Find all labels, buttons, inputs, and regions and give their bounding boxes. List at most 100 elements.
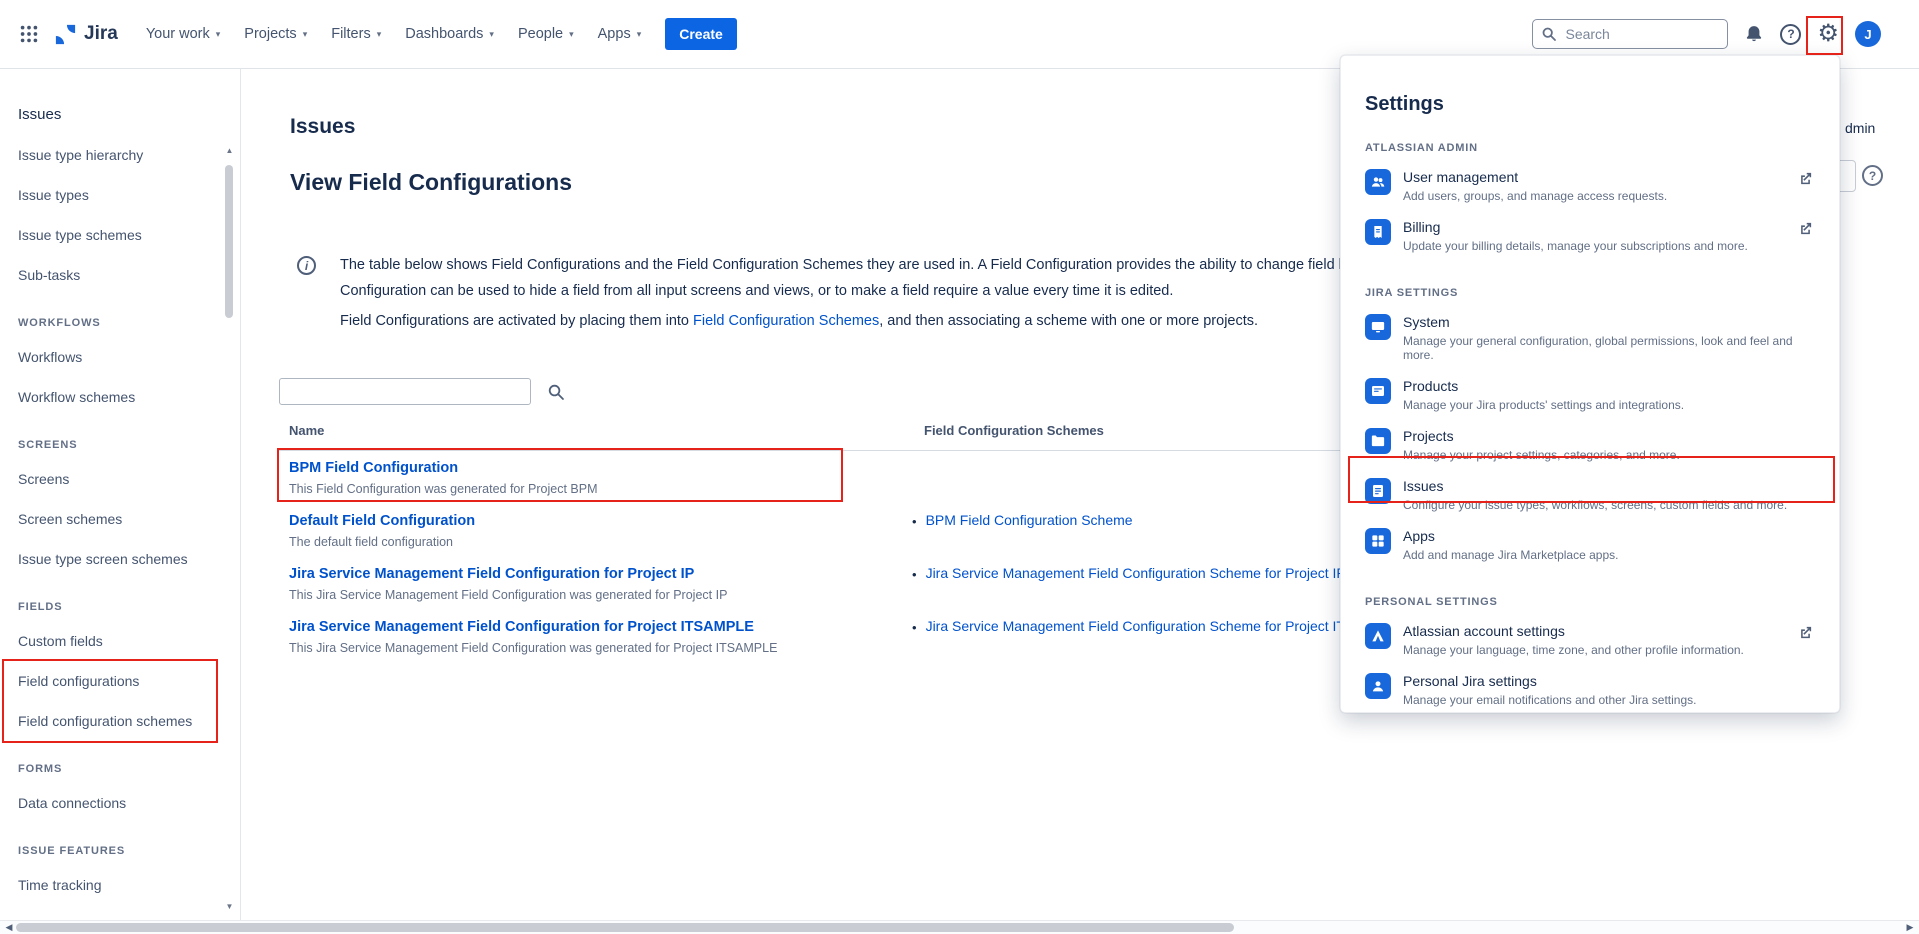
- settings-item-label: User management: [1403, 169, 1788, 186]
- field-configuration-link[interactable]: Jira Service Management Field Configurat…: [289, 619, 754, 635]
- scroll-up-arrow-icon[interactable]: ▲: [224, 145, 235, 156]
- settings-item-user-management[interactable]: User management Add users, groups, and m…: [1365, 161, 1815, 211]
- settings-item-label: Products: [1403, 378, 1815, 395]
- field-configuration-description: This Jira Service Management Field Confi…: [289, 641, 910, 655]
- global-search-input[interactable]: [1532, 19, 1728, 49]
- sidebar-item-workflows[interactable]: Workflows: [0, 337, 240, 377]
- sidebar-item-custom-fields[interactable]: Custom fields: [0, 621, 240, 661]
- name-cell: Default Field Configuration The default …: [279, 512, 910, 549]
- settings-item-label: Apps: [1403, 528, 1815, 545]
- bullet: •: [912, 620, 917, 635]
- sidebar-item-screen-schemes[interactable]: Screen schemes: [0, 499, 240, 539]
- sidebar-item-issue-types[interactable]: Issue types: [0, 175, 240, 215]
- intro-text: The table below shows Field Configuratio…: [340, 252, 1453, 334]
- help-icon[interactable]: ?: [1780, 24, 1801, 45]
- external-link-icon: [1798, 171, 1813, 191]
- settings-item-label: Projects: [1403, 428, 1815, 445]
- nav-your-work[interactable]: Your work▾: [136, 18, 230, 50]
- field-configuration-link[interactable]: Jira Service Management Field Configurat…: [289, 566, 694, 582]
- filter-input[interactable]: [279, 378, 531, 405]
- sidebar-item-field-configurations[interactable]: Field configurations: [0, 661, 240, 701]
- settings-item-label: Issues: [1403, 478, 1815, 495]
- scroll-right-arrow-icon[interactable]: ▶: [1903, 921, 1917, 934]
- page-help-icon[interactable]: ?: [1862, 165, 1883, 186]
- sidebar-scrollbar: ▲ ▼: [224, 145, 235, 912]
- intro-paragraph-2: Field Configurations are activated by pl…: [340, 308, 1453, 334]
- external-link-icon: [1798, 221, 1813, 241]
- admin-sidebar: Issues Issue type hierarchy Issue types …: [0, 69, 241, 920]
- scheme-link[interactable]: Jira Service Management Field Configurat…: [926, 618, 1402, 634]
- sidebar-heading-workflows: WORKFLOWS: [0, 317, 240, 333]
- settings-item-billing[interactable]: Billing Update your billing details, man…: [1365, 211, 1815, 261]
- user-management-icon: [1365, 169, 1391, 195]
- scheme-link[interactable]: Jira Service Management Field Configurat…: [926, 565, 1346, 581]
- nav-filters[interactable]: Filters▾: [321, 18, 391, 50]
- settings-item-label: System: [1403, 314, 1815, 331]
- jira-logo-icon: [54, 23, 77, 46]
- settings-item-label: Atlassian account settings: [1403, 623, 1788, 640]
- scroll-left-arrow-icon[interactable]: ◀: [2, 921, 16, 934]
- nav-people[interactable]: People▾: [508, 18, 584, 50]
- settings-item-description: Manage your Jira products' settings and …: [1403, 398, 1815, 412]
- settings-title: Settings: [1365, 92, 1815, 116]
- sidebar-item-field-configuration-schemes[interactable]: Field configuration schemes: [0, 701, 240, 741]
- external-link-icon: [1798, 625, 1813, 645]
- projects-icon: [1365, 428, 1391, 454]
- settings-item-system[interactable]: System Manage your general configuration…: [1365, 306, 1815, 370]
- chevron-down-icon: ▾: [569, 30, 574, 39]
- sidebar-item-time-tracking[interactable]: Time tracking: [0, 865, 240, 905]
- sidebar-item-screens[interactable]: Screens: [0, 459, 240, 499]
- settings-item-description: Manage your project settings, categories…: [1403, 448, 1815, 462]
- scheme-link[interactable]: BPM Field Configuration Scheme: [926, 512, 1133, 528]
- name-cell: BPM Field Configuration This Field Confi…: [279, 459, 910, 496]
- sidebar-item-issue-type-screen-schemes[interactable]: Issue type screen schemes: [0, 539, 240, 579]
- settings-gear-icon[interactable]: ⚙: [1817, 22, 1839, 46]
- sidebar-item-data-connections[interactable]: Data connections: [0, 783, 240, 823]
- sidebar-item-workflow-schemes[interactable]: Workflow schemes: [0, 377, 240, 417]
- issues-icon: [1365, 478, 1391, 504]
- notifications-bell-icon[interactable]: [1744, 24, 1764, 44]
- field-configuration-description: This Jira Service Management Field Confi…: [289, 588, 910, 602]
- horizontal-scrollbar-thumb[interactable]: [16, 923, 1234, 932]
- settings-item-products[interactable]: Products Manage your Jira products' sett…: [1365, 370, 1815, 420]
- settings-item-projects[interactable]: Projects Manage your project settings, c…: [1365, 420, 1815, 470]
- user-avatar[interactable]: J: [1855, 21, 1881, 47]
- sidebar-scrollbar-thumb[interactable]: [225, 165, 233, 318]
- chevron-down-icon: ▾: [637, 30, 642, 39]
- personal-settings-icon: [1365, 673, 1391, 699]
- bullet: •: [912, 567, 917, 582]
- sidebar-item-issue-type-hierarchy[interactable]: Issue type hierarchy: [0, 135, 240, 175]
- settings-item-apps[interactable]: Apps Add and manage Jira Marketplace app…: [1365, 520, 1815, 570]
- jira-logo[interactable]: Jira: [54, 23, 118, 46]
- atlassian-account-icon: [1365, 623, 1391, 649]
- field-configuration-schemes-link[interactable]: Field Configuration Schemes: [693, 313, 879, 329]
- field-configuration-link[interactable]: Default Field Configuration: [289, 513, 475, 529]
- field-configuration-description: This Field Configuration was generated f…: [289, 482, 910, 496]
- sidebar-item-sub-tasks[interactable]: Sub-tasks: [0, 255, 240, 295]
- sidebar-heading-forms: FORMS: [0, 763, 240, 779]
- nav-dashboards[interactable]: Dashboards▾: [395, 18, 504, 50]
- nav-projects[interactable]: Projects▾: [234, 18, 317, 50]
- jira-logo-text: Jira: [84, 23, 118, 45]
- sidebar-heading-screens: SCREENS: [0, 439, 240, 455]
- settings-item-atlassian-account-settings[interactable]: Atlassian account settings Manage your l…: [1365, 615, 1815, 665]
- global-search: [1532, 19, 1728, 49]
- billing-icon: [1365, 219, 1391, 245]
- filter-search-icon[interactable]: [547, 383, 565, 401]
- field-configuration-link[interactable]: BPM Field Configuration: [289, 460, 458, 476]
- scroll-down-arrow-icon[interactable]: ▼: [224, 901, 235, 912]
- settings-heading-personal-settings: PERSONAL SETTINGS: [1365, 596, 1815, 609]
- app-switcher-icon[interactable]: [18, 23, 40, 45]
- settings-item-personal-jira-settings[interactable]: Personal Jira settings Manage your email…: [1365, 665, 1815, 715]
- settings-item-label: Billing: [1403, 219, 1788, 236]
- info-icon: i: [297, 256, 316, 275]
- apps-icon: [1365, 528, 1391, 554]
- create-button[interactable]: Create: [665, 18, 737, 50]
- sidebar-title: Issues: [18, 105, 240, 125]
- system-icon: [1365, 314, 1391, 340]
- settings-item-description: Add users, groups, and manage access req…: [1403, 189, 1788, 203]
- settings-item-issues[interactable]: Issues Configure your issue types, workf…: [1365, 470, 1815, 520]
- sidebar-item-issue-type-schemes[interactable]: Issue type schemes: [0, 215, 240, 255]
- chevron-down-icon: ▾: [489, 30, 494, 39]
- nav-apps[interactable]: Apps▾: [588, 18, 652, 50]
